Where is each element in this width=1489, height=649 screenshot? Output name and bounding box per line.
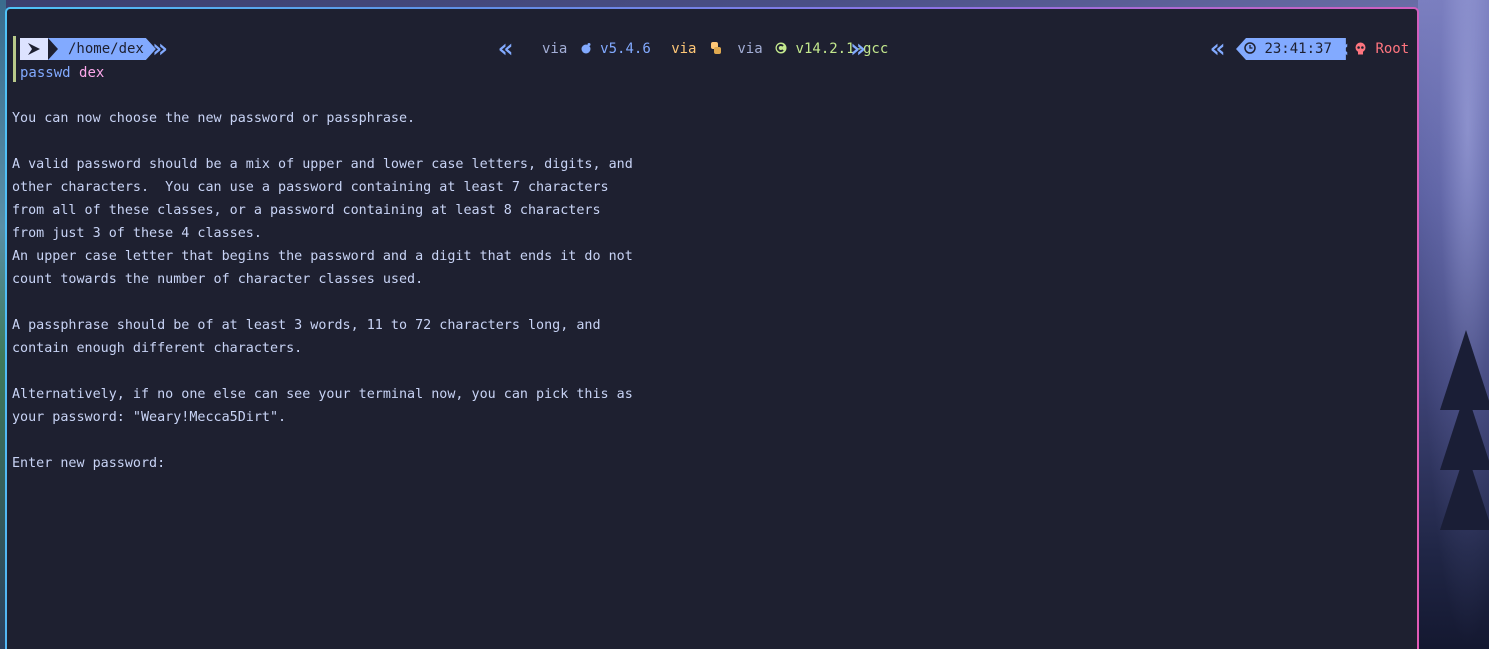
user-name: Root <box>1375 41 1410 57</box>
prompt-language-segments: via v5.4.6 via via v14.2.1-gcc <box>538 38 888 60</box>
output-line: count towards the number of character cl… <box>12 272 424 287</box>
via-label: via <box>542 41 568 57</box>
c-lang-icon <box>775 38 787 60</box>
output-line: A valid password should be a mix of uppe… <box>12 157 633 172</box>
wallpaper-tree <box>1440 450 1489 530</box>
perl-version: v5.4.6 <box>600 41 651 57</box>
chevron-left-icon: « <box>1334 34 1350 64</box>
terminal-output[interactable]: You can now choose the new password or p… <box>12 107 633 475</box>
command-program: passwd <box>20 65 71 81</box>
output-line: Enter new password: <box>12 456 166 471</box>
via-label: via <box>671 41 697 57</box>
time-value: 23:41:37 <box>1264 41 1332 57</box>
gcc-version: v14.2.1-gcc <box>795 41 889 57</box>
chevron-right-icon: » <box>850 34 866 64</box>
prompt-indicator-bar <box>13 36 16 82</box>
output-line: You can now choose the new password or p… <box>12 111 416 126</box>
perl-icon <box>580 38 592 60</box>
prompt-user: Root <box>1354 38 1409 60</box>
output-line: from all of these classes, or a password… <box>12 203 601 218</box>
output-line: from just 3 of these 4 classes. <box>12 226 262 241</box>
skull-icon <box>1354 41 1375 57</box>
output-line: other characters. You can use a password… <box>12 180 609 195</box>
command-argument: dex <box>79 65 105 81</box>
chevron-left-icon: « <box>498 34 514 64</box>
python-icon <box>709 38 723 60</box>
prompt-path: /home/dex <box>48 38 156 60</box>
output-line: Alternatively, if no one else can see yo… <box>12 387 633 402</box>
clock-icon <box>1244 41 1264 57</box>
output-line: An upper case letter that begins the pas… <box>12 249 633 264</box>
output-line: contain enough different characters. <box>12 341 303 356</box>
chevron-right-icon: » <box>152 34 168 64</box>
arch-logo-icon <box>20 38 48 60</box>
prompt-time: 23:41:37 <box>1236 38 1346 60</box>
desktop-wallpaper <box>1418 0 1489 649</box>
output-line: your password: "Weary!Mecca5Dirt". <box>12 410 287 425</box>
via-label: via <box>737 41 763 57</box>
chevron-left-icon: « <box>1210 34 1226 64</box>
command-line: passwd dex <box>20 63 104 83</box>
output-line: A passphrase should be of at least 3 wor… <box>12 318 601 333</box>
